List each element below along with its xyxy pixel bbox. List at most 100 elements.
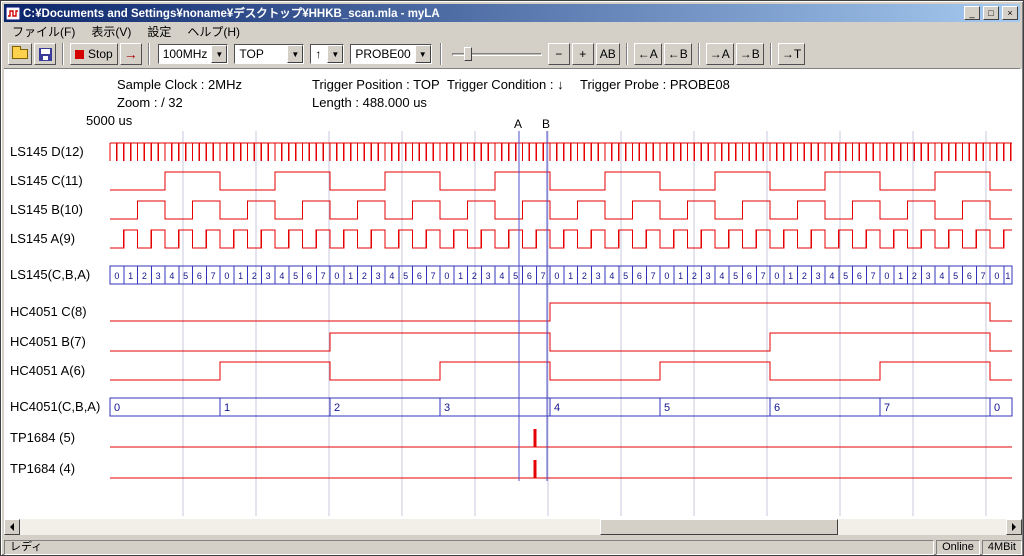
stop-icon bbox=[75, 50, 84, 59]
svg-text:3: 3 bbox=[926, 271, 931, 281]
channel-label: HC4051 B(7) bbox=[10, 334, 86, 350]
svg-text:3: 3 bbox=[266, 271, 271, 281]
svg-text:0: 0 bbox=[774, 271, 779, 281]
goto-trigger-button[interactable]: →T bbox=[778, 43, 805, 65]
svg-text:4: 4 bbox=[719, 271, 724, 281]
toolbar: Stop → 100MHz ▼ TOP ▼ ↑ ▼ PROBE00 ▼ − + … bbox=[4, 40, 1020, 69]
titlebar: C:¥Documents and Settings¥noname¥デスクトップ¥… bbox=[4, 4, 1020, 22]
zoom-slider[interactable] bbox=[452, 44, 542, 64]
svg-text:7: 7 bbox=[431, 271, 436, 281]
left-arrow-icon bbox=[10, 523, 14, 531]
menu-settings[interactable]: 設定 bbox=[139, 21, 179, 42]
maximize-button[interactable]: □ bbox=[983, 6, 999, 20]
channel-label: TP1684 (5) bbox=[10, 430, 75, 446]
trigger-probe-select[interactable]: PROBE00 ▼ bbox=[350, 44, 431, 64]
goto-marker-b-button[interactable]: ←B bbox=[664, 43, 692, 65]
svg-text:5: 5 bbox=[843, 271, 848, 281]
svg-text:1: 1 bbox=[568, 271, 573, 281]
svg-text:6: 6 bbox=[967, 271, 972, 281]
channel-label: LS145 C(11) bbox=[10, 173, 83, 189]
svg-text:2: 2 bbox=[472, 271, 477, 281]
svg-text:2: 2 bbox=[582, 271, 587, 281]
run-button[interactable]: → bbox=[120, 43, 142, 65]
menu-file[interactable]: ファイル(F) bbox=[4, 21, 83, 42]
channel-label: LS145 D(12) bbox=[10, 144, 84, 160]
dropdown-arrow-icon[interactable]: ▼ bbox=[287, 45, 303, 63]
svg-text:6: 6 bbox=[527, 271, 532, 281]
dropdown-arrow-icon[interactable]: ▼ bbox=[415, 45, 431, 63]
svg-text:0: 0 bbox=[114, 402, 120, 414]
run-arrow-icon: → bbox=[124, 46, 138, 62]
svg-text:3: 3 bbox=[816, 271, 821, 281]
marker-label[interactable]: B bbox=[542, 117, 550, 131]
svg-text:6: 6 bbox=[774, 402, 780, 414]
svg-text:7: 7 bbox=[871, 271, 876, 281]
status-memory: 4MBit bbox=[982, 540, 1022, 555]
marker-label[interactable]: A bbox=[514, 117, 522, 131]
svg-text:7: 7 bbox=[981, 271, 986, 281]
svg-text:2: 2 bbox=[142, 271, 147, 281]
horizontal-scrollbar[interactable] bbox=[4, 519, 1022, 535]
trigger-edge-select[interactable]: ↑ ▼ bbox=[310, 44, 344, 64]
menu-view[interactable]: 表示(V) bbox=[83, 21, 139, 42]
close-button[interactable]: × bbox=[1002, 6, 1018, 20]
channel-label: HC4051 A(6) bbox=[10, 363, 85, 379]
save-button[interactable] bbox=[34, 43, 56, 65]
scroll-left-button[interactable] bbox=[4, 519, 20, 535]
set-marker-a-button[interactable]: →A bbox=[706, 43, 734, 65]
trigger-position-value: TOP bbox=[235, 45, 287, 63]
svg-text:3: 3 bbox=[376, 271, 381, 281]
svg-text:0: 0 bbox=[444, 271, 449, 281]
svg-text:4: 4 bbox=[279, 271, 284, 281]
window-title: C:¥Documents and Settings¥noname¥デスクトップ¥… bbox=[23, 5, 961, 21]
svg-text:0: 0 bbox=[884, 271, 889, 281]
menu-help[interactable]: ヘルプ(H) bbox=[179, 21, 248, 42]
dropdown-arrow-icon[interactable]: ▼ bbox=[211, 45, 227, 63]
set-marker-b-button[interactable]: →B bbox=[736, 43, 764, 65]
toolbar-separator bbox=[62, 43, 64, 65]
toolbar-separator bbox=[440, 43, 442, 65]
svg-text:4: 4 bbox=[169, 271, 174, 281]
svg-text:5: 5 bbox=[664, 402, 670, 414]
stop-label: Stop bbox=[88, 47, 113, 61]
svg-text:1: 1 bbox=[224, 402, 230, 414]
toolbar-separator bbox=[626, 43, 628, 65]
zoom-out-button[interactable]: − bbox=[548, 43, 570, 65]
channel-label: LS145(C,B,A) bbox=[10, 267, 90, 283]
dropdown-arrow-icon[interactable]: ▼ bbox=[327, 45, 343, 63]
minimize-button[interactable]: _ bbox=[964, 6, 980, 20]
scroll-right-button[interactable] bbox=[1006, 519, 1022, 535]
svg-text:3: 3 bbox=[596, 271, 601, 281]
slider-thumb[interactable] bbox=[464, 47, 472, 61]
toolbar-separator bbox=[770, 43, 772, 65]
svg-text:0: 0 bbox=[114, 271, 119, 281]
zoom-in-button[interactable]: + bbox=[572, 43, 594, 65]
ab-button[interactable]: AB bbox=[596, 43, 620, 65]
svg-text:6: 6 bbox=[417, 271, 422, 281]
svg-text:2: 2 bbox=[362, 271, 367, 281]
open-button[interactable] bbox=[8, 43, 32, 65]
svg-text:4: 4 bbox=[499, 271, 504, 281]
svg-text:0: 0 bbox=[334, 271, 339, 281]
svg-text:7: 7 bbox=[541, 271, 546, 281]
svg-text:1: 1 bbox=[348, 271, 353, 281]
right-arrow-icon bbox=[1012, 523, 1016, 531]
svg-text:0: 0 bbox=[224, 271, 229, 281]
svg-text:2: 2 bbox=[912, 271, 917, 281]
scrollbar-thumb[interactable] bbox=[600, 519, 838, 535]
svg-text:7: 7 bbox=[884, 402, 890, 414]
sample-clock-select[interactable]: 100MHz ▼ bbox=[158, 44, 229, 64]
goto-marker-a-button[interactable]: ←A bbox=[634, 43, 662, 65]
svg-text:6: 6 bbox=[307, 271, 312, 281]
trigger-position-select[interactable]: TOP ▼ bbox=[234, 44, 304, 64]
svg-text:2: 2 bbox=[334, 402, 340, 414]
stop-button[interactable]: Stop bbox=[70, 43, 118, 65]
channel-label: HC4051(C,B,A) bbox=[10, 399, 100, 415]
svg-text:5: 5 bbox=[183, 271, 188, 281]
svg-text:4: 4 bbox=[554, 402, 560, 414]
svg-text:0: 0 bbox=[554, 271, 559, 281]
svg-text:7: 7 bbox=[321, 271, 326, 281]
svg-text:1: 1 bbox=[128, 271, 133, 281]
status-online: Online bbox=[936, 540, 980, 555]
svg-text:7: 7 bbox=[211, 271, 216, 281]
